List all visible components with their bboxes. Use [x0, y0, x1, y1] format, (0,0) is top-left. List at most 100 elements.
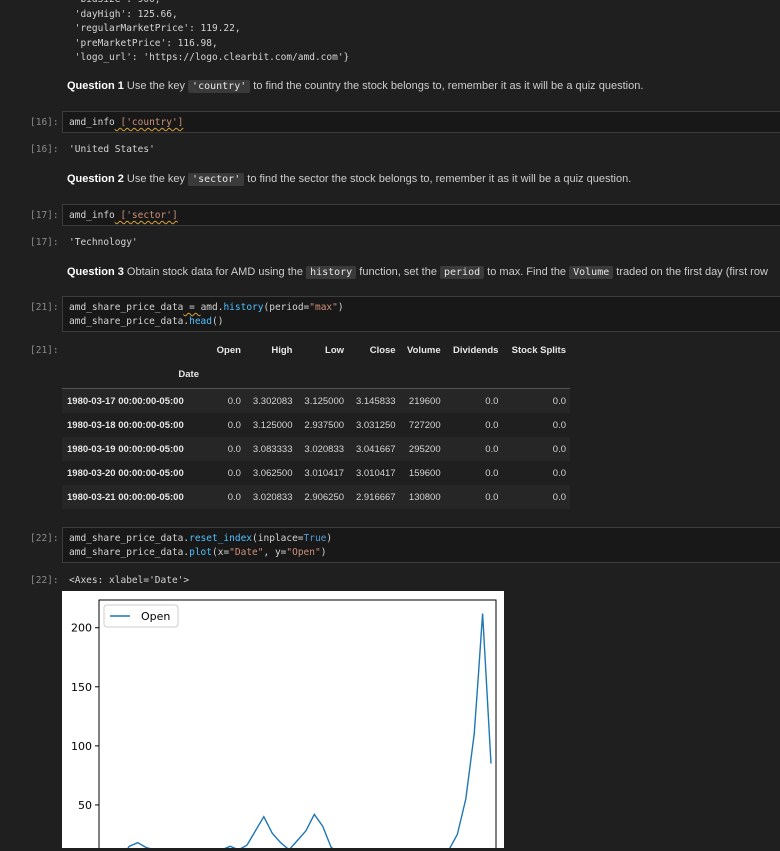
table-cell: 3.145833: [355, 395, 396, 407]
code-cell-21[interactable]: amd_share_price_data = amd.history(perio…: [62, 296, 780, 332]
c22-l2-s2: "Open": [286, 546, 321, 558]
index-header-row: Date: [62, 360, 570, 389]
info-dict-line: 'logo_url': 'https://logo.clearbit.com/a…: [69, 52, 350, 63]
table-cell: 3.125000: [252, 419, 293, 431]
table-cell: 3.020833: [252, 491, 293, 503]
table-cell: 0.0: [485, 443, 499, 455]
cell-16-prompt: [16]:: [30, 117, 59, 128]
q3-t4: traded on the first day (first row: [613, 266, 768, 278]
cell-21-out-prompt: [21]:: [30, 345, 59, 356]
code-cell-16[interactable]: amd_info ['country']: [62, 111, 780, 133]
c22-l2-b: , y=: [263, 546, 287, 558]
table-cell: 130800: [408, 491, 441, 503]
row-index-date: 1980-03-17 00:00:00-05:00: [67, 395, 184, 407]
q3-t3: to max. Find the: [484, 266, 570, 278]
row-index-date: 1980-03-18 00:00:00-05:00: [67, 419, 184, 431]
table-cell: 3.062500: [252, 467, 293, 479]
c21-str: "max": [309, 302, 338, 313]
c22-l2-s1: "Date": [229, 546, 264, 558]
cell-22-prompt: [22]:: [30, 533, 59, 544]
cell-17-out-prompt: [17]:: [30, 237, 59, 248]
table-cell: 3.083333: [252, 443, 293, 455]
table-cell: 0.0: [485, 491, 499, 503]
table-cell: 727200: [408, 419, 441, 431]
table-cell: 0.0: [552, 395, 566, 407]
q2-pre: Use the key: [123, 173, 189, 185]
column-header: Stock Splits: [511, 344, 566, 356]
row-index-date: 1980-03-19 00:00:00-05:00: [67, 443, 184, 455]
c21-var: amd_share_price_data: [69, 302, 184, 313]
y-tick-label: 200: [71, 622, 92, 635]
question-2-text: Question 2 Use the key 'sector' to find …: [67, 173, 631, 186]
table-cell: 0.0: [552, 491, 566, 503]
cell-17-output: 'Technology': [69, 237, 138, 248]
table-cell: 2.916667: [355, 491, 396, 503]
y-tick-label: 150: [71, 681, 92, 694]
table-cell: 0.0: [227, 491, 241, 503]
question-3-title: Question 3: [67, 266, 124, 278]
table-cell: 0.0: [485, 419, 499, 431]
row-index-date: 1980-03-21 00:00:00-05:00: [67, 491, 184, 503]
table-cell: 3.302083: [252, 395, 293, 407]
column-header-row: Open High Low Close Volume Dividends Stock Spl…: [62, 340, 570, 360]
c21-obj: amd.: [200, 302, 224, 313]
c22-open: (inplace=: [252, 533, 304, 544]
country-key: 'country': [188, 80, 251, 93]
dataframe-table: Open High Low Close Volume Dividends Stock Spl…: [62, 340, 570, 509]
c22-l2-fn: plot: [189, 546, 212, 558]
c21-close: ): [337, 302, 344, 313]
c22-fn: reset_index: [189, 533, 253, 544]
y-tick-label: 100: [71, 740, 92, 753]
table-row: 1980-03-21 00:00:00-05:00 0.0 3.020833 2.90…: [62, 485, 570, 509]
column-header: Low: [325, 344, 345, 356]
c22-l2-obj: amd_share_price_data.: [69, 546, 190, 558]
question-2-title: Question 2: [67, 173, 124, 185]
c22-l2-a: (x=: [212, 546, 230, 558]
table-cell: 3.031250: [355, 419, 396, 431]
c21-l2-rest: (): [212, 315, 224, 327]
cell-22-out-prompt: [22]:: [30, 575, 59, 586]
q1-post: to find the country the stock belongs to…: [250, 80, 644, 92]
amd-info-var: amd_info: [69, 210, 115, 221]
table-cell: 2.937500: [304, 419, 345, 431]
cell-16-out-prompt: [16]:: [30, 144, 59, 155]
country-subscript: ['country']: [114, 117, 184, 128]
period-key: period: [440, 266, 485, 279]
q3-t2: function, set the: [356, 266, 440, 278]
plot-frame: [98, 599, 497, 851]
index-name: Date: [62, 360, 210, 389]
table-cell: 159600: [408, 467, 441, 479]
table-body: 1980-03-17 00:00:00-05:00 0.0 3.302083 3.12…: [62, 388, 570, 509]
table-cell: 0.0: [485, 467, 499, 479]
info-dict-line: 'preMarketPrice': 116.98,: [69, 37, 218, 49]
c21-eq: =: [183, 302, 201, 313]
chart-svg: 050100150200Open: [71, 599, 497, 851]
table-cell: 0.0: [227, 467, 241, 479]
sector-subscript: ['sector']: [114, 210, 178, 221]
c22-close: ): [326, 533, 333, 544]
legend-label: Open: [141, 610, 170, 623]
y-tick-label: 50: [78, 799, 92, 812]
question-1-title: Question 1: [67, 80, 124, 92]
question-1-text: Question 1 Use the key 'country' to find…: [67, 80, 644, 93]
q1-pre: Use the key: [123, 80, 189, 92]
open-price-chart: 050100150200Open: [62, 591, 504, 851]
table-cell: 3.041667: [355, 443, 396, 455]
sector-key: 'sector': [188, 173, 245, 186]
cell-17-prompt: [17]:: [30, 210, 59, 221]
code-cell-17[interactable]: amd_info ['sector']: [62, 204, 780, 226]
amd-info-var: amd_info: [69, 117, 115, 128]
row-index-date: 1980-03-20 00:00:00-05:00: [67, 467, 184, 479]
volume-key: Volume: [569, 266, 614, 279]
table-cell: 2.906250: [304, 491, 345, 503]
column-header: Dividends: [453, 344, 499, 356]
c21-l2-var: amd_share_price_data.: [69, 315, 190, 327]
index-blank-header: [62, 340, 210, 360]
table-cell: 3.125000: [304, 395, 345, 407]
table-row: 1980-03-17 00:00:00-05:00 0.0 3.302083 3.12…: [62, 388, 570, 413]
q3-t1: Obtain stock data for AMD using the: [123, 266, 307, 278]
column-header: Volume: [407, 344, 441, 356]
code-cell-22[interactable]: amd_share_price_data. reset_index(inplace…: [62, 527, 780, 563]
table-row: 1980-03-19 00:00:00-05:00 0.0 3.083333 3.02…: [62, 437, 570, 461]
column-header: Close: [369, 344, 396, 356]
